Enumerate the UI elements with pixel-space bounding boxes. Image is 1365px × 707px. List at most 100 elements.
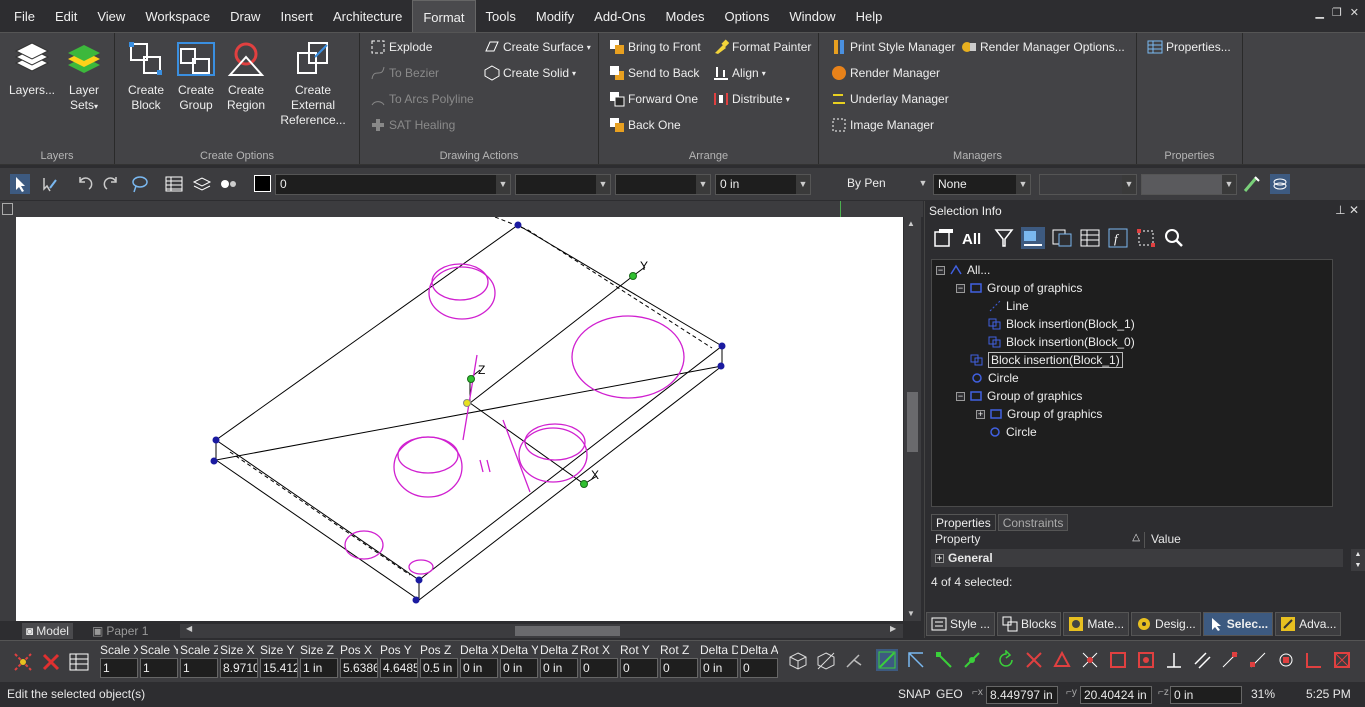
color-dropdown[interactable]: ▼ <box>515 174 611 195</box>
match-properties-icon[interactable] <box>1242 174 1262 194</box>
delta-x-field[interactable]: Delta X0 in <box>460 642 498 678</box>
layer-color-swatch[interactable] <box>254 175 271 192</box>
bounding-box-icon[interactable] <box>1135 227 1157 249</box>
layer-stack-icon[interactable] <box>192 174 212 194</box>
tab-properties[interactable]: Properties <box>931 514 996 531</box>
tab-blocks[interactable]: Blocks <box>997 612 1062 636</box>
restore-icon[interactable]: ❐ <box>1332 6 1342 19</box>
to-bezier-button[interactable]: To Bezier <box>370 64 439 82</box>
drawing-svg[interactable]: Y Z X <box>16 216 903 621</box>
format-painter-button[interactable]: Format Painter <box>713 38 811 56</box>
pen-dropdown[interactable]: By Pen ▼ <box>815 174 930 195</box>
table-icon[interactable] <box>68 651 90 673</box>
align-button[interactable]: Align ▾ <box>713 64 766 82</box>
snap-rotate-icon[interactable] <box>996 650 1016 670</box>
create-block-button[interactable]: Create Block <box>122 39 170 113</box>
visibility-icon[interactable] <box>218 174 238 194</box>
cancel-icon[interactable] <box>40 651 62 673</box>
create-external-reference-button[interactable]: Create External Reference... <box>272 39 354 128</box>
expand-icon[interactable]: + <box>935 554 944 564</box>
grip-point[interactable] <box>717 362 725 370</box>
create-group-button[interactable]: Create Group <box>172 39 220 113</box>
selection-tree[interactable]: − All... − Group of graphics Line Block in… <box>931 259 1333 507</box>
layers-button[interactable]: Layers... <box>8 39 56 98</box>
tab-model[interactable]: ◙ Model <box>22 623 73 639</box>
snap-intersection-icon[interactable] <box>1080 650 1100 670</box>
axis-y-grip[interactable] <box>629 272 637 280</box>
horizontal-scrollbar[interactable]: ◀ ▶ <box>180 624 903 638</box>
layer-dropdown[interactable]: 0 ▼ <box>275 174 511 195</box>
distribute-button[interactable]: Distribute ▾ <box>713 90 790 108</box>
grip-point[interactable] <box>718 342 726 350</box>
undo-icon[interactable] <box>74 174 94 194</box>
layer-sets-button[interactable]: Layer Sets▾ <box>60 39 108 114</box>
menu-insert[interactable]: Insert <box>270 0 323 33</box>
snap-tangent-icon[interactable] <box>1108 650 1128 670</box>
geo-toggle[interactable]: GEO <box>936 687 963 701</box>
line-weight-dropdown[interactable]: ▼ <box>1039 174 1137 195</box>
layer-manager-icon[interactable] <box>1270 174 1290 194</box>
circle-8[interactable] <box>344 530 384 560</box>
snap-clear-icon[interactable] <box>1332 650 1352 670</box>
tree-node-circle[interactable]: Circle <box>970 369 1019 387</box>
snap-perpendicular-icon[interactable] <box>1164 650 1184 670</box>
scroll-right-icon[interactable]: ▶ <box>890 624 896 633</box>
grip-point[interactable] <box>415 576 423 584</box>
snap-grid-icon[interactable] <box>876 649 898 671</box>
scroll-left-icon[interactable]: ◀ <box>186 624 192 633</box>
magenta-marks[interactable] <box>479 459 491 473</box>
edit-tool-icon[interactable] <box>40 174 60 194</box>
create-region-button[interactable]: Create Region <box>222 39 270 113</box>
copy-info-icon[interactable] <box>1051 227 1073 249</box>
scale-x-field[interactable]: Scale X1 <box>100 642 138 678</box>
snap-angle-icon[interactable] <box>906 650 926 670</box>
create-surface-button[interactable]: Create Surface ▾ <box>484 38 591 56</box>
pos-x-field[interactable]: Pos X 5.6386 <box>340 642 378 678</box>
image-manager-button[interactable]: Image Manager <box>831 116 934 134</box>
x-coordinate-field[interactable]: 8.449797 in <box>986 686 1058 704</box>
pin-icon[interactable]: ⊥ <box>1335 203 1345 217</box>
sat-healing-button[interactable]: SAT Healing <box>370 116 455 134</box>
search-icon[interactable] <box>1163 227 1185 249</box>
transparency-dropdown[interactable]: ▼ <box>1141 174 1237 195</box>
render-manager-button[interactable]: Render Manager <box>831 64 940 82</box>
snap-triangle-icon[interactable] <box>1052 650 1072 670</box>
tree-node-block-insertion-selected[interactable]: Block insertion(Block_1) <box>970 351 1123 369</box>
circle-7[interactable] <box>524 423 586 461</box>
size-y-field[interactable]: Size Y 15.412 <box>260 642 298 678</box>
menu-format[interactable]: Format <box>412 0 476 33</box>
dashed-line-bottom[interactable] <box>229 451 411 576</box>
underlay-manager-button[interactable]: Underlay Manager <box>831 90 949 108</box>
menu-modes[interactable]: Modes <box>655 0 714 33</box>
menu-modify[interactable]: Modify <box>526 0 584 33</box>
zoom-level[interactable]: 31% <box>1251 687 1275 701</box>
property-scrollbar[interactable]: ▲ ▼ <box>1351 549 1365 571</box>
magenta-line-2[interactable] <box>502 419 531 493</box>
collapse-icon[interactable]: − <box>956 283 965 293</box>
tree-node-block-insertion[interactable]: Block insertion(Block_0) <box>988 333 1135 351</box>
origin-grip[interactable] <box>463 399 471 407</box>
menu-help[interactable]: Help <box>846 0 893 33</box>
scale-y-field[interactable]: Scale Y1 <box>140 642 178 678</box>
tree-node-all[interactable]: − All... <box>936 261 990 279</box>
forward-one-button[interactable]: Forward One <box>609 90 698 108</box>
rot-z-field[interactable]: Rot Z0 <box>660 642 698 678</box>
pen-style-dropdown[interactable]: ▼ <box>615 174 711 195</box>
tab-materials[interactable]: Mate... <box>1063 612 1130 636</box>
collapse-icon[interactable]: − <box>936 265 945 275</box>
layer-table-icon[interactable] <box>164 174 184 194</box>
column-value[interactable]: Value <box>1147 532 1347 548</box>
snap-midpoint-icon[interactable] <box>962 650 982 670</box>
hscroll-thumb[interactable] <box>515 626 620 636</box>
menu-workspace[interactable]: Workspace <box>135 0 220 33</box>
tree-node-group[interactable]: − Group of graphics <box>956 387 1082 405</box>
to-arcs-polyline-button[interactable]: To Arcs Polyline <box>370 90 474 108</box>
thickness-dropdown[interactable]: 0 in ▼ <box>715 174 811 195</box>
menu-file[interactable]: File <box>0 0 45 33</box>
tab-selection[interactable]: Selec... <box>1202 612 1274 636</box>
close-icon[interactable]: ✕ <box>1349 203 1359 217</box>
filter-icon[interactable] <box>993 227 1015 249</box>
snap-toggle[interactable]: SNAP <box>898 687 931 701</box>
y-coordinate-field[interactable]: 20.40424 in <box>1080 686 1152 704</box>
bring-to-front-button[interactable]: Bring to Front <box>609 38 701 56</box>
